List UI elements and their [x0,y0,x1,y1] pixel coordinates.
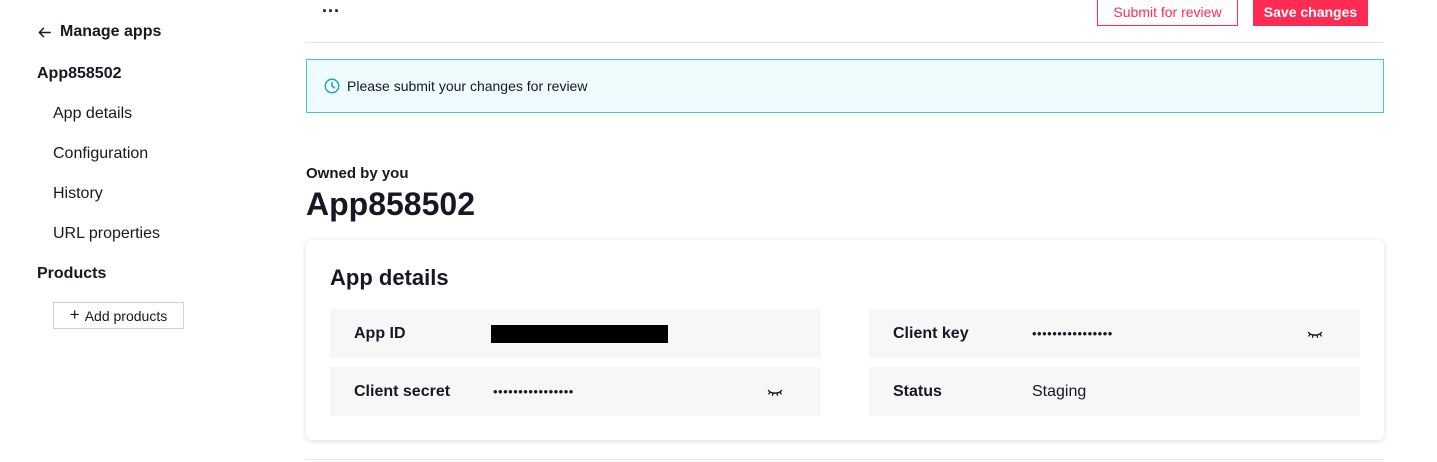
sidebar-item-history[interactable]: History [53,185,103,203]
more-options-button[interactable]: ... [322,0,340,17]
client-key-field: Client key •••••••••••••••• [869,309,1360,358]
sidebar-item-url-properties[interactable]: URL properties [53,225,160,243]
client-key-label: Client key [893,324,969,342]
eye-closed-icon[interactable] [767,386,783,398]
client-secret-masked-value: •••••••••••••••• [493,384,574,399]
sidebar-app-name[interactable]: App858502 [37,65,122,83]
sidebar: Manage apps App858502 App details Config… [0,0,290,462]
add-products-button[interactable]: + Add products [53,302,184,329]
submit-for-review-button[interactable]: Submit for review [1097,0,1238,26]
clock-icon [324,78,340,94]
manage-apps-link[interactable]: Manage apps [37,23,161,41]
app-details-title: App details [330,265,449,290]
save-changes-button[interactable]: Save changes [1253,0,1368,26]
status-value: Staging [1032,382,1087,400]
status-field: Status Staging [869,367,1360,416]
header-divider [306,42,1384,43]
status-label: Status [893,382,942,400]
notice-text: Please submit your changes for review [347,78,588,94]
sidebar-item-configuration[interactable]: Configuration [53,145,148,163]
app-id-label: App ID [354,324,406,342]
client-secret-field: Client secret •••••••••••••••• [330,367,821,416]
client-secret-label: Client secret [354,382,451,400]
page-title: App858502 [306,186,475,222]
section-divider [306,459,1384,460]
eye-closed-icon[interactable] [1307,328,1323,340]
arrow-left-icon [38,27,51,37]
app-details-card: App details App ID Client key ••••••••••… [306,240,1384,440]
review-notice-banner: Please submit your changes for review [306,59,1384,113]
sidebar-products-heading: Products [37,265,107,282]
app-id-field: App ID [330,309,821,358]
owned-by-label: Owned by you [306,165,409,182]
app-id-redacted-value [491,324,668,343]
sidebar-item-app-details[interactable]: App details [53,105,132,123]
plus-icon: + [69,305,80,324]
client-key-masked-value: •••••••••••••••• [1032,326,1113,341]
add-products-label: Add products [84,307,168,324]
manage-apps-label: Manage apps [60,23,162,40]
